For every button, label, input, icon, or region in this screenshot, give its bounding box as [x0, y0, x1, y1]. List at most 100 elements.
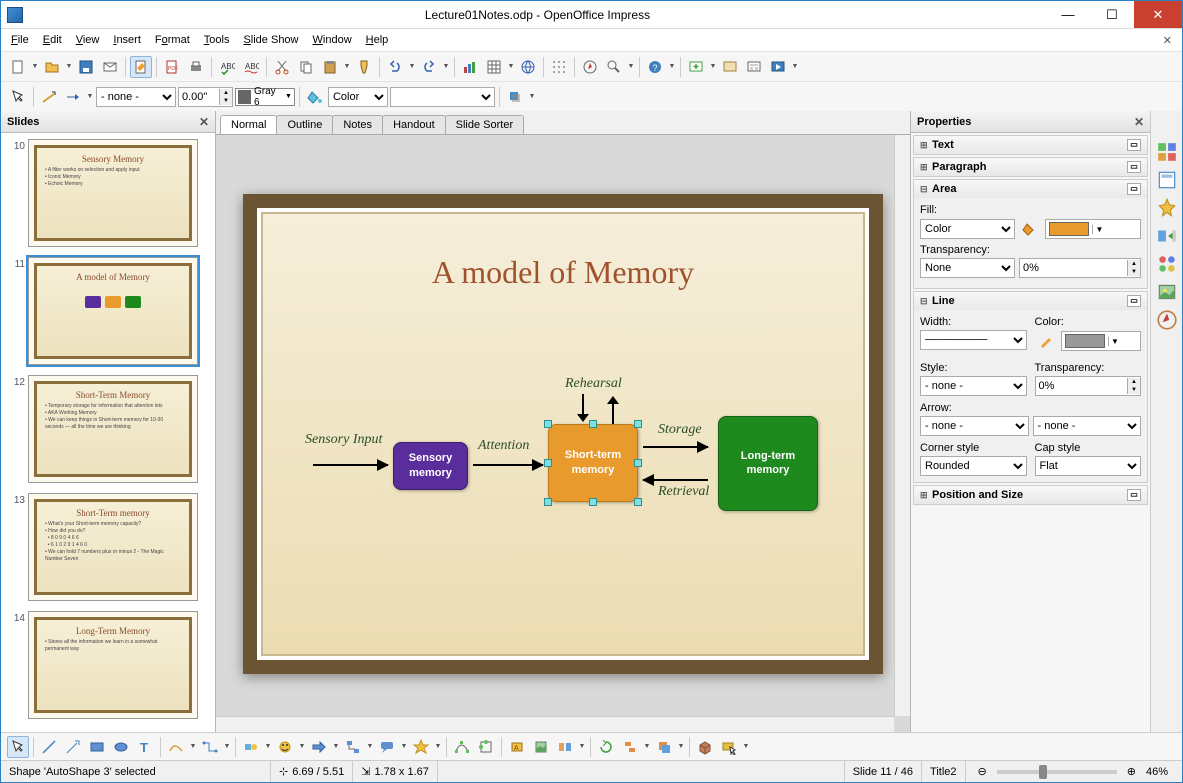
selection-handle[interactable] — [589, 498, 597, 506]
undo-button[interactable] — [384, 56, 406, 78]
print-button[interactable] — [185, 56, 207, 78]
fill-color-picker[interactable]: ▼ — [1045, 219, 1141, 239]
more-icon[interactable]: ▭ — [1127, 183, 1141, 195]
pencil-icon[interactable] — [1035, 330, 1057, 352]
symbol-shapes-button[interactable] — [274, 736, 296, 758]
selection-handle[interactable] — [544, 459, 552, 467]
toolbar2-overflow[interactable]: ▼ — [528, 93, 536, 100]
tab-outline[interactable]: Outline — [276, 115, 333, 134]
zoom-button[interactable] — [603, 56, 625, 78]
custom-anim-icon[interactable] — [1156, 197, 1178, 219]
line-style-select[interactable]: - none - — [96, 87, 176, 107]
slide-transition-icon[interactable] — [1156, 225, 1178, 247]
insert-slide-dropdown[interactable]: ▼ — [709, 63, 717, 70]
corner-style-select[interactable]: Rounded — [920, 456, 1027, 476]
menu-insert[interactable]: Insert — [107, 32, 147, 48]
doc-close-icon[interactable]: ✕ — [1157, 32, 1178, 49]
more-icon[interactable]: ▭ — [1127, 161, 1141, 173]
arrow-style-dropdown[interactable]: ▼ — [86, 93, 94, 100]
select-tool[interactable] — [7, 736, 29, 758]
interaction-button[interactable] — [718, 736, 740, 758]
slide-thumb-12[interactable]: 12 Short-Term Memory• Temporary storage … — [7, 375, 209, 483]
arrow-style-button[interactable] — [62, 86, 84, 108]
connector-button[interactable] — [199, 736, 221, 758]
menu-window[interactable]: Window — [307, 32, 358, 48]
autospell-button[interactable]: ABC — [240, 56, 262, 78]
section-line-header[interactable]: ⊟Line▭ — [914, 292, 1147, 310]
extrusion-button[interactable] — [694, 736, 716, 758]
navigator-button[interactable] — [579, 56, 601, 78]
spellcheck-button[interactable]: ABC — [216, 56, 238, 78]
horizontal-scrollbar[interactable] — [216, 716, 894, 732]
zoom-out-button[interactable]: ⊖ — [974, 765, 991, 778]
selection-handle[interactable] — [634, 420, 642, 428]
zoom-in-button[interactable]: ⊕ — [1123, 765, 1140, 778]
new-dropdown[interactable]: ▼ — [31, 63, 39, 70]
ellipse-button[interactable] — [110, 736, 132, 758]
fontwork-button[interactable]: A — [506, 736, 528, 758]
open-dropdown[interactable]: ▼ — [65, 63, 73, 70]
points-button[interactable] — [451, 736, 473, 758]
rotate-button[interactable] — [595, 736, 617, 758]
edit-file-button[interactable] — [130, 56, 152, 78]
save-button[interactable] — [75, 56, 97, 78]
section-area-header[interactable]: ⊟Area▭ — [914, 180, 1147, 198]
spinner-up[interactable]: ▲ — [219, 89, 232, 97]
undo-dropdown[interactable]: ▼ — [408, 63, 416, 70]
arrow-button[interactable] — [62, 736, 84, 758]
trans-value-spinner[interactable]: ▲▼ — [1019, 258, 1141, 278]
box-short-term-memory[interactable]: Short-term memory — [548, 424, 638, 502]
line-width-input[interactable] — [179, 91, 219, 103]
line-width-select[interactable]: ──────── — [920, 330, 1027, 350]
toolbar-overflow-2[interactable]: ▼ — [791, 63, 799, 70]
paste-dropdown[interactable]: ▼ — [343, 63, 351, 70]
slide-thumb-11[interactable]: 11 A model of Memory — [7, 257, 209, 365]
close-button[interactable]: ✕ — [1134, 1, 1182, 28]
callouts-button[interactable] — [376, 736, 398, 758]
line-trans-spinner[interactable]: ▲▼ — [1035, 376, 1142, 396]
vertical-scrollbar[interactable] — [894, 135, 910, 716]
table-button[interactable] — [483, 56, 505, 78]
slide-design-button[interactable] — [719, 56, 741, 78]
align-button[interactable] — [619, 736, 641, 758]
more-icon[interactable]: ▭ — [1127, 489, 1141, 501]
slideshow-button[interactable] — [767, 56, 789, 78]
selection-handle[interactable] — [544, 498, 552, 506]
copy-button[interactable] — [295, 56, 317, 78]
grid-button[interactable] — [548, 56, 570, 78]
zoom-value[interactable]: 46% — [1140, 766, 1174, 778]
fill-tool-icon[interactable] — [304, 86, 326, 108]
selection-handle[interactable] — [589, 420, 597, 428]
menu-file[interactable]: File — [5, 32, 35, 48]
rectangle-button[interactable] — [86, 736, 108, 758]
arrow-start-select[interactable]: - none - — [920, 416, 1029, 436]
block-arrows-button[interactable] — [308, 736, 330, 758]
section-paragraph-header[interactable]: ⊞Paragraph▭ — [914, 158, 1147, 176]
menu-tools[interactable]: Tools — [198, 32, 236, 48]
slide-thumb-13[interactable]: 13 Short-Term memory• What's your Short-… — [7, 493, 209, 601]
from-file-button[interactable] — [530, 736, 552, 758]
section-position-header[interactable]: ⊞Position and Size▭ — [914, 486, 1147, 504]
tab-notes[interactable]: Notes — [332, 115, 383, 134]
box-long-term-memory[interactable]: Long-term memory — [718, 416, 818, 511]
basic-shapes-button[interactable] — [240, 736, 262, 758]
more-icon[interactable]: ▭ — [1127, 295, 1141, 307]
fill-type-select[interactable]: Color — [920, 219, 1015, 239]
slide-canvas[interactable]: A model of Memory Sensory Input Sensory … — [216, 135, 910, 732]
flowchart-button[interactable] — [342, 736, 364, 758]
line-button[interactable] — [38, 736, 60, 758]
slide-layout-button[interactable] — [743, 56, 765, 78]
chart-button[interactable] — [459, 56, 481, 78]
section-text-header[interactable]: ⊞Text▭ — [914, 136, 1147, 154]
line-color-picker[interactable]: ▼ — [1061, 331, 1142, 351]
menu-view[interactable]: View — [70, 32, 106, 48]
tab-slidesorter[interactable]: Slide Sorter — [445, 115, 524, 134]
menu-slideshow[interactable]: Slide Show — [237, 32, 304, 48]
export-pdf-button[interactable]: PDF — [161, 56, 183, 78]
spinner-down[interactable]: ▼ — [219, 97, 232, 105]
text-button[interactable]: T — [134, 736, 156, 758]
styles-icon[interactable] — [1156, 253, 1178, 275]
zoom-dropdown[interactable]: ▼ — [627, 63, 635, 70]
box-sensory-memory[interactable]: Sensory memory — [393, 442, 468, 490]
curve-button[interactable] — [165, 736, 187, 758]
